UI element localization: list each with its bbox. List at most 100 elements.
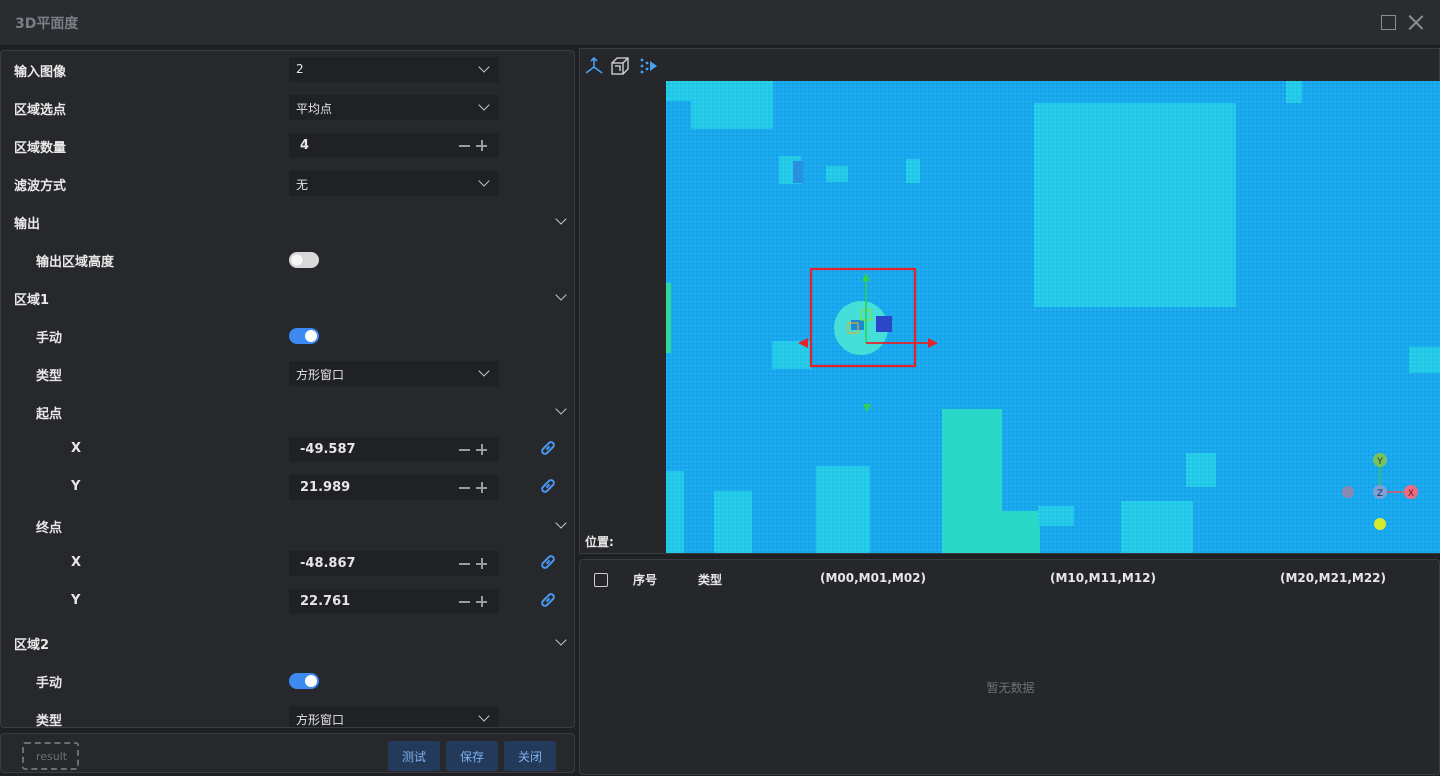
gizmo-y-label: Y bbox=[1376, 457, 1383, 467]
test-button[interactable]: 测试 bbox=[388, 741, 440, 771]
region-count-label: 区域数量 bbox=[14, 141, 67, 156]
col-m1: (M10,M11,M12) bbox=[1050, 571, 1157, 585]
region-count-value[interactable]: 4 bbox=[300, 138, 309, 153]
points-icon[interactable] bbox=[637, 55, 659, 77]
minus-icon[interactable] bbox=[459, 145, 470, 147]
region2-type-label: 类型 bbox=[36, 714, 63, 728]
plus-icon[interactable] bbox=[476, 559, 487, 568]
region1-manual-toggle[interactable] bbox=[289, 328, 319, 344]
minus-icon[interactable] bbox=[459, 601, 470, 603]
chevron-down-icon bbox=[478, 365, 490, 377]
region1-type-value: 方形窗口 bbox=[296, 368, 345, 382]
close-icon[interactable] bbox=[1407, 13, 1425, 31]
region1-start-y-row: Y 21.989 bbox=[1, 469, 574, 507]
chevron-down-icon[interactable] bbox=[555, 517, 567, 529]
minus-icon[interactable] bbox=[459, 563, 470, 565]
output-height-toggle[interactable] bbox=[289, 252, 319, 268]
action-bar: result 测试 保存 关闭 bbox=[0, 733, 575, 773]
region2-manual-label: 手动 bbox=[36, 676, 63, 691]
chevron-down-icon bbox=[478, 61, 490, 73]
end-x-label: X bbox=[71, 555, 82, 570]
end-y-value[interactable]: 22.761 bbox=[300, 594, 350, 609]
filter-row: 滤波方式 无 bbox=[1, 165, 574, 203]
3d-viewer[interactable]: Y X Z 位置: bbox=[579, 48, 1440, 554]
result-indicator: result bbox=[22, 742, 79, 770]
title-bar: 3D平面度 bbox=[0, 0, 1440, 46]
region1-type-row: 类型 方形窗口 bbox=[1, 355, 574, 393]
end-x-stepper[interactable]: -48.867 bbox=[289, 551, 499, 576]
parameter-panel[interactable]: 输入图像 2 区域选点 平均点 区域数量 4 滤波方式 无 输出 输出区域高度 … bbox=[0, 50, 575, 728]
test-button-label: 测试 bbox=[401, 750, 426, 764]
close-button-label: 关闭 bbox=[517, 750, 542, 764]
col-type: 类型 bbox=[698, 573, 723, 587]
chevron-down-icon[interactable] bbox=[555, 213, 567, 225]
maximize-icon[interactable] bbox=[1381, 15, 1396, 30]
region1-type-label: 类型 bbox=[36, 369, 63, 384]
minus-icon[interactable] bbox=[459, 487, 470, 489]
filter-select[interactable]: 无 bbox=[289, 171, 499, 196]
end-y-label: Y bbox=[71, 593, 81, 608]
col-index: 序号 bbox=[633, 573, 658, 587]
input-image-select[interactable]: 2 bbox=[289, 57, 499, 82]
plus-icon[interactable] bbox=[476, 141, 487, 150]
input-image-value: 2 bbox=[296, 62, 304, 76]
toggle-knob bbox=[305, 330, 317, 342]
start-x-value[interactable]: -49.587 bbox=[300, 442, 356, 457]
axis-icon[interactable] bbox=[583, 55, 605, 77]
region-count-row: 区域数量 4 bbox=[1, 127, 574, 165]
region1-manual-label: 手动 bbox=[36, 331, 63, 346]
link-icon[interactable] bbox=[539, 553, 557, 571]
link-icon[interactable] bbox=[539, 439, 557, 457]
point-cloud-canvas[interactable]: Y X Z bbox=[666, 81, 1440, 553]
start-y-value[interactable]: 21.989 bbox=[300, 480, 350, 495]
region2-manual-toggle[interactable] bbox=[289, 673, 319, 689]
chevron-down-icon[interactable] bbox=[555, 403, 567, 415]
region2-manual-row: 手动 bbox=[1, 662, 574, 700]
region1-section[interactable]: 区域1 bbox=[1, 279, 574, 317]
result-label: result bbox=[36, 750, 68, 763]
region1-end-label: 终点 bbox=[36, 521, 63, 536]
region2-section[interactable]: 区域2 bbox=[1, 624, 574, 662]
minus-icon[interactable] bbox=[459, 449, 470, 451]
region1-end-section[interactable]: 终点 bbox=[1, 507, 574, 545]
chevron-down-icon bbox=[478, 710, 490, 722]
gizmo-x-label: X bbox=[1408, 489, 1414, 499]
output-section[interactable]: 输出 bbox=[1, 203, 574, 241]
region1-end-x-row: X -48.867 bbox=[1, 545, 574, 583]
position-label: 位置: bbox=[585, 535, 614, 549]
chevron-down-icon[interactable] bbox=[555, 289, 567, 301]
cube-view-icon[interactable] bbox=[609, 55, 631, 77]
chevron-down-icon bbox=[478, 175, 490, 187]
select-all-checkbox[interactable] bbox=[594, 573, 608, 587]
output-height-row: 输出区域高度 bbox=[1, 241, 574, 279]
end-y-stepper[interactable]: 22.761 bbox=[289, 589, 499, 614]
region1-label: 区域1 bbox=[14, 293, 50, 308]
link-icon[interactable] bbox=[539, 477, 557, 495]
link-icon[interactable] bbox=[539, 591, 557, 609]
start-x-stepper[interactable]: -49.587 bbox=[289, 437, 499, 462]
filter-label: 滤波方式 bbox=[14, 179, 67, 194]
region2-type-select[interactable]: 方形窗口 bbox=[289, 706, 499, 727]
filter-value: 无 bbox=[296, 178, 309, 192]
region-count-stepper[interactable]: 4 bbox=[289, 133, 499, 158]
region1-type-select[interactable]: 方形窗口 bbox=[289, 361, 499, 386]
close-button[interactable]: 关闭 bbox=[504, 741, 556, 771]
save-button[interactable]: 保存 bbox=[446, 741, 498, 771]
region-pick-select[interactable]: 平均点 bbox=[289, 95, 499, 120]
end-x-value[interactable]: -48.867 bbox=[300, 556, 356, 571]
region1-manual-row: 手动 bbox=[1, 317, 574, 355]
save-button-label: 保存 bbox=[459, 750, 484, 764]
plus-icon[interactable] bbox=[476, 483, 487, 492]
chevron-down-icon[interactable] bbox=[555, 634, 567, 646]
chevron-down-icon bbox=[478, 99, 490, 111]
output-label: 输出 bbox=[14, 217, 41, 232]
region-pick-label: 区域选点 bbox=[14, 103, 67, 118]
plus-icon[interactable] bbox=[476, 445, 487, 454]
result-table: 序号 类型 (M00,M01,M02) (M10,M11,M12) (M20,M… bbox=[579, 559, 1440, 775]
toggle-knob bbox=[305, 675, 317, 687]
region1-start-section[interactable]: 起点 bbox=[1, 393, 574, 431]
col-m0: (M00,M01,M02) bbox=[820, 571, 927, 585]
start-y-stepper[interactable]: 21.989 bbox=[289, 475, 499, 500]
region-pick-row: 区域选点 平均点 bbox=[1, 89, 574, 127]
plus-icon[interactable] bbox=[476, 597, 487, 606]
